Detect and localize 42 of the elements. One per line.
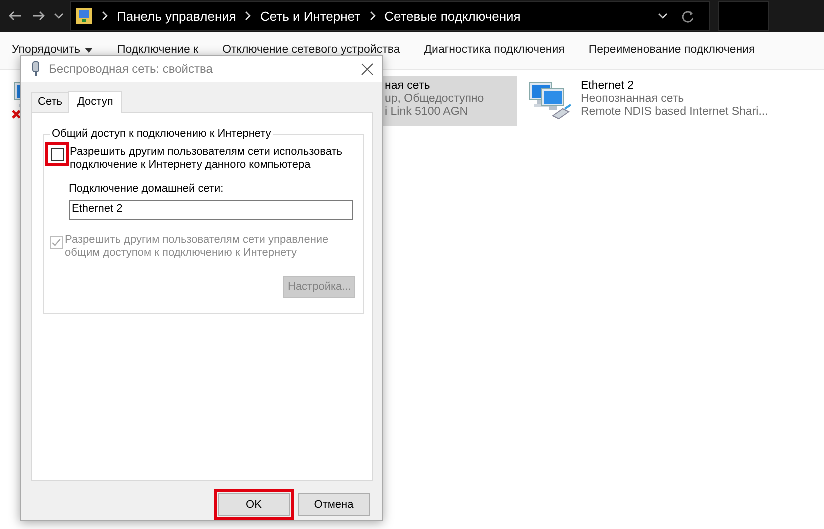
control-panel-icon	[75, 7, 93, 25]
check-icon	[51, 237, 62, 248]
forward-icon[interactable]	[31, 9, 46, 23]
close-icon[interactable]	[361, 62, 374, 76]
search-field[interactable]	[718, 1, 769, 31]
toolbar-command[interactable]: Диагностика подключения	[412, 44, 577, 56]
caret-icon	[85, 48, 94, 52]
connection-status: up, Общедоступно	[385, 93, 484, 105]
field-label: Подключение домашней сети:	[69, 183, 225, 195]
connection-item[interactable]: ная сеть up, Общедоступно i Link 5100 AGN	[383, 76, 517, 126]
window-title: Беспроводная сеть: свойства	[49, 62, 213, 76]
connection-status: Неопознанная сеть	[581, 93, 686, 105]
connection-item[interactable]: Ethernet 2 Неопознанная сеть Remote NDIS based Internet Shari...	[521, 76, 774, 126]
toolbar-command[interactable]: Подключение к	[105, 44, 211, 56]
checkbox-label: Разрешить другим пользователям сети использовать подключение к Интернету данного компьютера	[70, 146, 344, 172]
checkbox[interactable]	[51, 148, 64, 161]
chevron-right-icon	[101, 11, 109, 21]
breadcrumb-item[interactable]: Сеть и Интернет	[260, 8, 361, 24]
device-name: Remote NDIS based Internet Shari...	[581, 106, 768, 118]
breadcrumb-item[interactable]: Сетевые подключения	[384, 8, 521, 24]
tab[interactable]: Доступ	[68, 91, 122, 113]
toolbar-command[interactable]: Переименование подключения	[576, 44, 768, 56]
input-field[interactable]: Ethernet 2	[69, 200, 353, 220]
connection-name: Ethernet 2	[581, 80, 636, 92]
device-name: i Link 5100 AGN	[385, 106, 470, 118]
connection-name: ная сеть	[385, 80, 432, 92]
breadcrumb-item[interactable]: Панель управления	[117, 8, 236, 24]
chevron-down-icon[interactable]	[54, 12, 64, 20]
checkbox-label: Разрешить другим пользователям сети управление общим доступом к подключению к Интернету	[65, 234, 330, 260]
network-adapter-icon	[31, 61, 41, 77]
ok-button[interactable]: OK	[218, 493, 290, 516]
cancel-button[interactable]: Отмена	[298, 493, 370, 516]
dropdown-icon[interactable]	[658, 12, 668, 20]
chevron-right-icon	[368, 11, 377, 21]
toolbar-command[interactable]: Отключение сетевого устройства	[210, 44, 412, 56]
menu-button[interactable]: Упорядочить	[0, 44, 106, 56]
network-icon	[527, 80, 573, 122]
group-title: Общий доступ к подключению к Интернету	[51, 128, 272, 140]
tab[interactable]: Сеть	[31, 92, 70, 112]
back-icon[interactable]	[8, 9, 23, 23]
chevron-right-icon	[244, 11, 252, 21]
refresh-icon[interactable]	[682, 10, 695, 22]
